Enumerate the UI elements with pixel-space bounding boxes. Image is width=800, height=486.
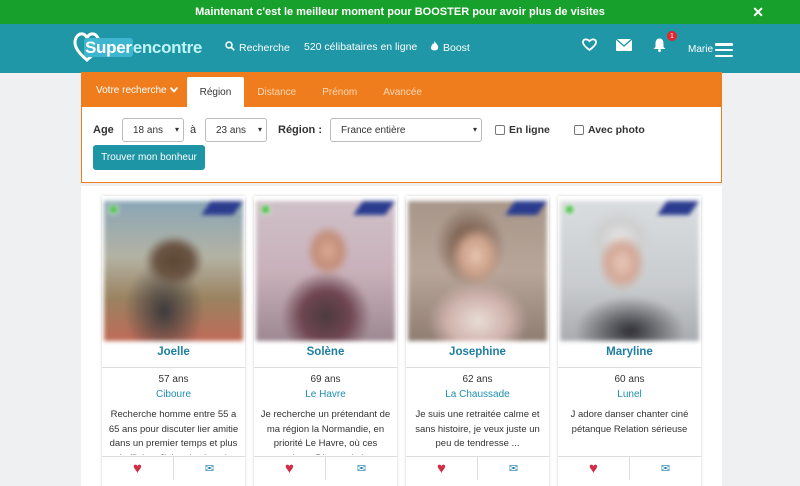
site-header: Superencontre Recherche 520 célibataires… (0, 24, 800, 73)
profile-photo[interactable] (560, 201, 699, 341)
profile-city[interactable]: Lunel (558, 389, 701, 400)
chevron-down-icon: ▾ (174, 125, 179, 134)
nav-search-label: Recherche (239, 41, 290, 54)
profile-city[interactable]: Le Havre (254, 389, 397, 400)
nav-online-label: 520 célibataires en ligne (304, 41, 418, 53)
search-tabs: Votre recherche Région Distance Prénom A… (82, 73, 721, 107)
message-envelope-icon[interactable]: ✉ (477, 457, 549, 480)
favorites-heart-icon[interactable] (582, 38, 597, 55)
menu-burger-icon[interactable] (715, 43, 733, 57)
profile-name[interactable]: Josephine (406, 346, 549, 358)
chevron-down-icon: ▾ (257, 125, 262, 134)
promo-banner: Maintenant c'est le meilleur moment pour… (0, 0, 800, 24)
online-status-dot (565, 205, 574, 214)
logo-text-part1: Super (84, 38, 133, 57)
message-envelope-icon[interactable]: ✉ (325, 457, 397, 480)
profile-city[interactable]: Ciboure (102, 389, 245, 400)
profile-name[interactable]: Maryline (558, 346, 701, 358)
like-heart-icon[interactable]: ♥ (102, 457, 173, 480)
profile-card[interactable]: Maryline 60 ans Lunel J adore danser cha… (558, 196, 701, 486)
photo-checkbox[interactable] (574, 125, 584, 135)
profile-photo[interactable] (256, 201, 395, 341)
chevron-down-icon (169, 85, 178, 96)
profile-age: 62 ans (462, 374, 493, 385)
fire-icon (430, 41, 439, 55)
profile-description: Recherche homme entre 55 a 65 ans pour d… (108, 409, 239, 455)
message-envelope-icon[interactable]: ✉ (173, 457, 245, 480)
like-heart-icon[interactable]: ♥ (558, 457, 629, 480)
age-label: Age (93, 124, 114, 136)
nav-online[interactable]: 520 célibataires en ligne (304, 41, 417, 53)
results-grid: Joelle 57 ans Ciboure Recherche homme en… (81, 186, 722, 486)
region-label: Région : (278, 124, 322, 136)
profile-photo[interactable] (408, 201, 547, 341)
like-heart-icon[interactable]: ♥ (254, 457, 325, 480)
age-max-select[interactable]: 23 ans ▾ (205, 118, 267, 142)
logo-text-part2: encontre (132, 38, 203, 57)
online-status-dot (109, 205, 118, 214)
find-button[interactable]: Trouver mon bonheur (93, 145, 205, 170)
like-heart-icon[interactable]: ♥ (406, 457, 477, 480)
message-envelope-icon[interactable]: ✉ (629, 457, 701, 480)
online-checkbox[interactable] (495, 125, 505, 135)
region-select[interactable]: France entière ▾ (330, 118, 482, 142)
site-logo[interactable]: Superencontre (72, 30, 202, 66)
tab-distance[interactable]: Distance (244, 77, 309, 107)
photo-label[interactable]: Avec photo (588, 124, 645, 136)
profile-card[interactable]: Joelle 57 ans Ciboure Recherche homme en… (102, 196, 245, 486)
tab-avancee[interactable]: Avancée (370, 77, 435, 107)
tab-votre-recherche[interactable]: Votre recherche (82, 73, 187, 107)
search-panel: Votre recherche Région Distance Prénom A… (81, 72, 722, 183)
profile-age: 60 ans (614, 374, 645, 385)
profile-description: J adore danser chanter ciné pétanque Rel… (570, 409, 689, 435)
tab-prenom[interactable]: Prénom (309, 77, 370, 107)
profile-name[interactable]: Joelle (102, 346, 245, 358)
tab-region[interactable]: Région (186, 77, 245, 107)
profile-age: 57 ans (158, 374, 189, 385)
nav-search[interactable]: Recherche (225, 41, 290, 54)
profile-description: Je recherche un prétendant de ma région … (260, 409, 391, 455)
user-name[interactable]: Marie (688, 44, 713, 55)
profile-description: Je suis une retraitée calme et sans hist… (415, 409, 540, 449)
notifications-badge: 1 (667, 31, 677, 41)
nav-boost[interactable]: Boost (430, 41, 470, 55)
online-status-dot (261, 205, 270, 214)
profile-photo[interactable] (104, 201, 243, 341)
online-label[interactable]: En ligne (509, 124, 550, 136)
profile-city[interactable]: La Chaussade (406, 389, 549, 400)
age-min-select[interactable]: 18 ans ▾ (122, 118, 184, 142)
promo-message: Maintenant c'est le meilleur moment pour… (195, 6, 605, 18)
notifications-bell-icon[interactable] (653, 38, 666, 56)
profile-age: 69 ans (310, 374, 341, 385)
search-icon (225, 41, 235, 54)
age-separator: à (190, 124, 197, 136)
profile-name[interactable]: Solène (254, 346, 397, 358)
chevron-down-icon: ▾ (472, 125, 477, 134)
profile-card[interactable]: Josephine 62 ans La Chaussade Je suis un… (406, 196, 549, 486)
profile-card[interactable]: Solène 69 ans Le Havre Je recherche un p… (254, 196, 397, 486)
messages-envelope-icon[interactable] (615, 38, 633, 55)
close-icon[interactable]: ✕ (752, 4, 764, 21)
nav-boost-label: Boost (443, 42, 470, 54)
